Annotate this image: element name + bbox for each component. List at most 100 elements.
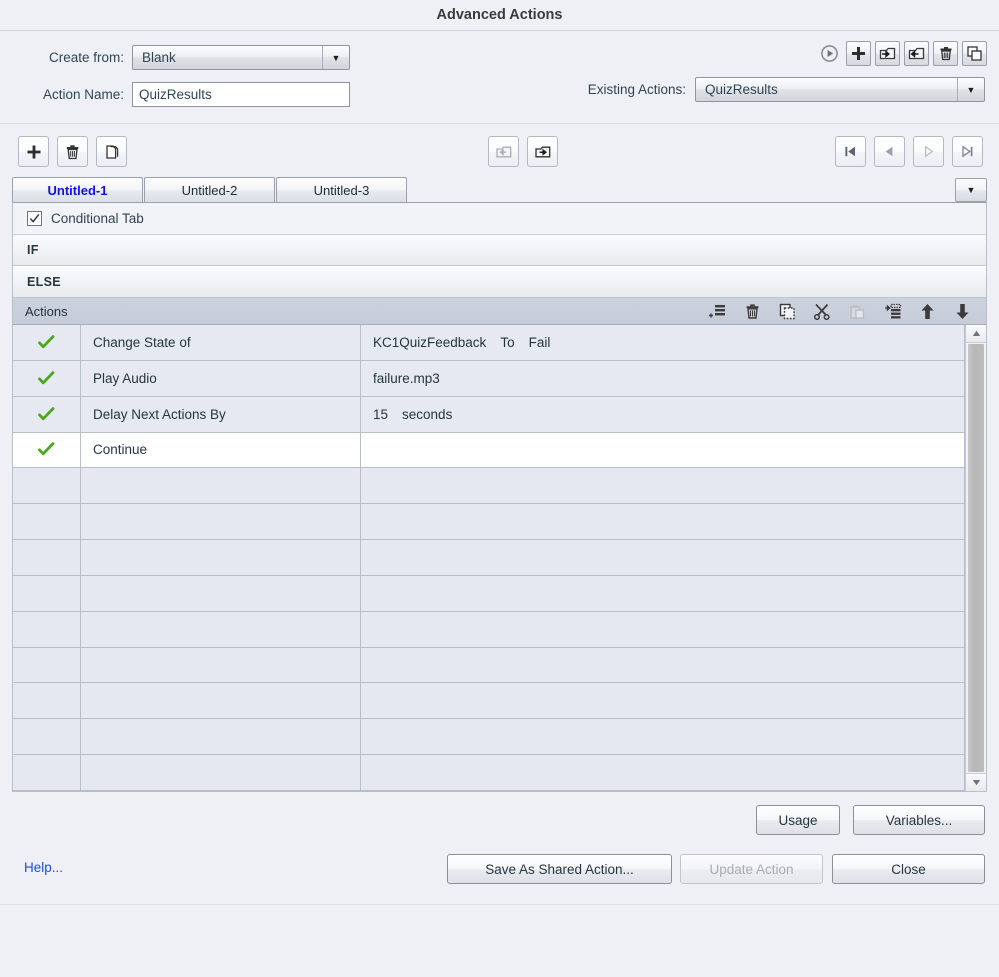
conditional-tab-label: Conditional Tab	[51, 211, 144, 226]
move-action-up-button[interactable]	[917, 301, 937, 321]
save-as-shared-action-button[interactable]: Save As Shared Action...	[447, 854, 672, 884]
move-action-down-button[interactable]	[952, 301, 972, 321]
action-arguments-cell[interactable]	[361, 683, 964, 718]
table-row[interactable]: Continue	[13, 432, 964, 469]
action-name-cell[interactable]: Change State of	[81, 325, 361, 360]
action-arguments-cell[interactable]: failure.mp3	[361, 361, 964, 396]
import-action-button[interactable]	[875, 41, 900, 66]
action-arguments-cell[interactable]: 15 seconds	[361, 397, 964, 432]
action-enabled-checkbox[interactable]	[13, 504, 81, 540]
cut-action-row-button[interactable]	[812, 301, 832, 321]
action-arguments-cell[interactable]	[361, 755, 964, 790]
table-row-empty[interactable]	[13, 575, 964, 612]
action-toolbar	[817, 41, 987, 66]
table-row[interactable]: Play Audio failure.mp3	[13, 360, 964, 397]
help-link[interactable]: Help...	[24, 860, 63, 875]
scroll-up-button[interactable]	[966, 325, 986, 343]
action-enabled-checkbox[interactable]	[13, 432, 81, 468]
scrollbar-track[interactable]	[966, 343, 986, 773]
action-arguments-cell[interactable]	[361, 540, 964, 575]
preview-action-button[interactable]	[817, 41, 842, 66]
action-enabled-checkbox[interactable]	[13, 755, 81, 790]
action-name-cell[interactable]	[81, 468, 361, 504]
copy-action-row-button[interactable]	[777, 301, 797, 321]
tab-untitled-1[interactable]: Untitled-1	[12, 177, 143, 202]
chevron-down-icon: ▼	[966, 185, 976, 195]
action-arguments-cell[interactable]	[361, 433, 964, 468]
action-arguments-cell[interactable]: KC1QuizFeedback To Fail	[361, 325, 964, 360]
table-row-empty[interactable]	[13, 719, 964, 756]
conditional-tab-checkbox[interactable]	[27, 211, 42, 226]
delete-action-button[interactable]	[933, 41, 958, 66]
table-row-empty[interactable]	[13, 611, 964, 648]
action-enabled-checkbox[interactable]	[13, 468, 81, 504]
existing-actions-dropdown[interactable]: QuizResults ▼	[695, 77, 985, 102]
scroll-down-button[interactable]	[966, 773, 986, 791]
action-arguments-cell[interactable]	[361, 504, 964, 539]
paste-action-row-button[interactable]	[847, 301, 867, 321]
action-enabled-checkbox[interactable]	[13, 647, 81, 683]
close-button[interactable]: Close	[832, 854, 985, 884]
tab-untitled-2[interactable]: Untitled-2	[144, 177, 275, 202]
update-action-button[interactable]: Update Action	[680, 854, 823, 884]
table-row-empty[interactable]	[13, 647, 964, 684]
if-section-header[interactable]: IF	[13, 235, 986, 266]
action-enabled-checkbox[interactable]	[13, 540, 81, 575]
action-name-cell[interactable]	[81, 719, 361, 755]
action-enabled-checkbox[interactable]	[13, 360, 81, 396]
action-name-cell[interactable]	[81, 647, 361, 683]
add-tab-button[interactable]	[18, 136, 49, 167]
tab-untitled-3[interactable]: Untitled-3	[276, 177, 407, 202]
move-tab-left-button[interactable]	[488, 136, 519, 167]
next-tab-button[interactable]	[913, 136, 944, 167]
previous-tab-button[interactable]	[874, 136, 905, 167]
action-enabled-checkbox[interactable]	[13, 611, 81, 647]
add-action-button[interactable]	[846, 41, 871, 66]
table-row-empty[interactable]	[13, 755, 964, 791]
action-arguments-cell[interactable]	[361, 468, 964, 503]
action-name-cell[interactable]: Continue	[81, 432, 361, 468]
action-name-cell[interactable]: Delay Next Actions By	[81, 396, 361, 432]
last-tab-button[interactable]	[952, 136, 983, 167]
else-section-header[interactable]: ELSE	[13, 266, 986, 298]
action-arguments-cell[interactable]	[361, 648, 964, 683]
table-row-empty[interactable]	[13, 683, 964, 720]
action-enabled-checkbox[interactable]	[13, 396, 81, 432]
action-name-cell[interactable]	[81, 540, 361, 575]
move-tab-right-button[interactable]	[527, 136, 558, 167]
delete-action-row-button[interactable]	[742, 301, 762, 321]
delete-tab-button[interactable]	[57, 136, 88, 167]
action-name-input[interactable]: QuizResults	[132, 82, 350, 107]
action-enabled-checkbox[interactable]	[13, 719, 81, 755]
action-arguments-cell[interactable]	[361, 612, 964, 647]
duplicate-tab-button[interactable]	[96, 136, 127, 167]
create-from-dropdown[interactable]: Blank ▼	[132, 45, 350, 70]
tab-overflow-button[interactable]: ▼	[955, 178, 987, 202]
action-arguments-cell[interactable]	[361, 719, 964, 754]
add-action-row-button[interactable]	[707, 301, 727, 321]
action-name-cell[interactable]	[81, 575, 361, 611]
actions-scrollbar[interactable]	[965, 325, 986, 791]
table-row-empty[interactable]	[13, 504, 964, 541]
scrollbar-thumb[interactable]	[968, 344, 984, 772]
table-row-empty[interactable]	[13, 468, 964, 505]
variables-button[interactable]: Variables...	[853, 805, 985, 835]
conditional-tab-row[interactable]: Conditional Tab	[13, 203, 986, 235]
duplicate-action-button[interactable]	[962, 41, 987, 66]
first-tab-button[interactable]	[835, 136, 866, 167]
action-arguments-cell[interactable]	[361, 576, 964, 611]
export-action-button[interactable]	[904, 41, 929, 66]
table-row-empty[interactable]	[13, 540, 964, 576]
action-name-cell[interactable]	[81, 755, 361, 790]
table-row[interactable]: Change State of KC1QuizFeedback To Fail	[13, 325, 964, 361]
action-name-cell[interactable]: Play Audio	[81, 360, 361, 396]
action-enabled-checkbox[interactable]	[13, 575, 81, 611]
action-name-cell[interactable]	[81, 504, 361, 540]
action-enabled-checkbox[interactable]	[13, 683, 81, 719]
action-enabled-checkbox[interactable]	[13, 325, 81, 360]
action-name-cell[interactable]	[81, 611, 361, 647]
action-name-cell[interactable]	[81, 683, 361, 719]
table-row[interactable]: Delay Next Actions By 15 seconds	[13, 396, 964, 433]
insert-action-row-button[interactable]	[882, 301, 902, 321]
usage-button[interactable]: Usage	[756, 805, 840, 835]
